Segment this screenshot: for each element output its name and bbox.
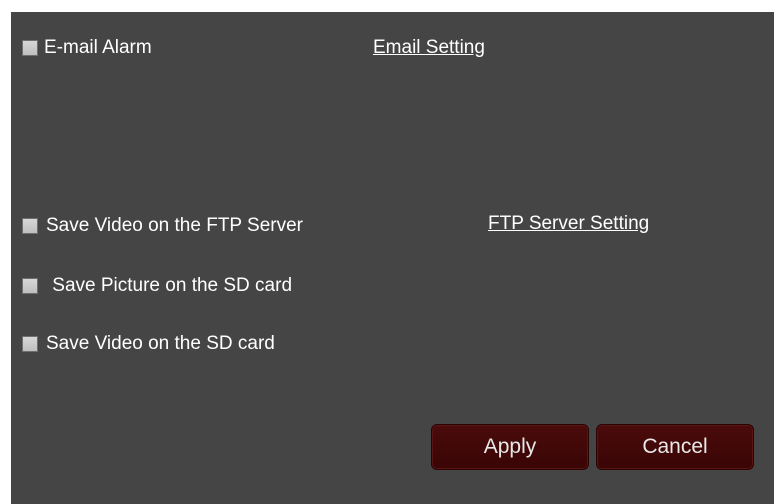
email-alarm-label: E-mail Alarm [44,37,152,58]
cancel-button[interactable]: Cancel [596,424,754,470]
email-alarm-checkbox[interactable] [22,40,38,56]
sd-video-label: Save Video on the SD card [46,333,275,354]
sd-picture-checkbox[interactable] [22,278,38,294]
ftp-video-checkbox[interactable] [22,218,38,234]
ftp-server-setting-link[interactable]: FTP Server Setting [488,213,649,235]
apply-button[interactable]: Apply [431,424,589,470]
email-setting-link[interactable]: Email Setting [373,37,485,59]
sd-picture-row: Save Picture on the SD card [22,275,292,297]
sd-picture-label: Save Picture on the SD card [47,275,293,296]
email-alarm-row: E-mail Alarm [22,37,152,59]
ftp-video-row: Save Video on the FTP Server [22,215,303,237]
sd-video-row: Save Video on the SD card [22,333,275,355]
ftp-video-label: Save Video on the FTP Server [46,215,304,236]
sd-video-checkbox[interactable] [22,336,38,352]
